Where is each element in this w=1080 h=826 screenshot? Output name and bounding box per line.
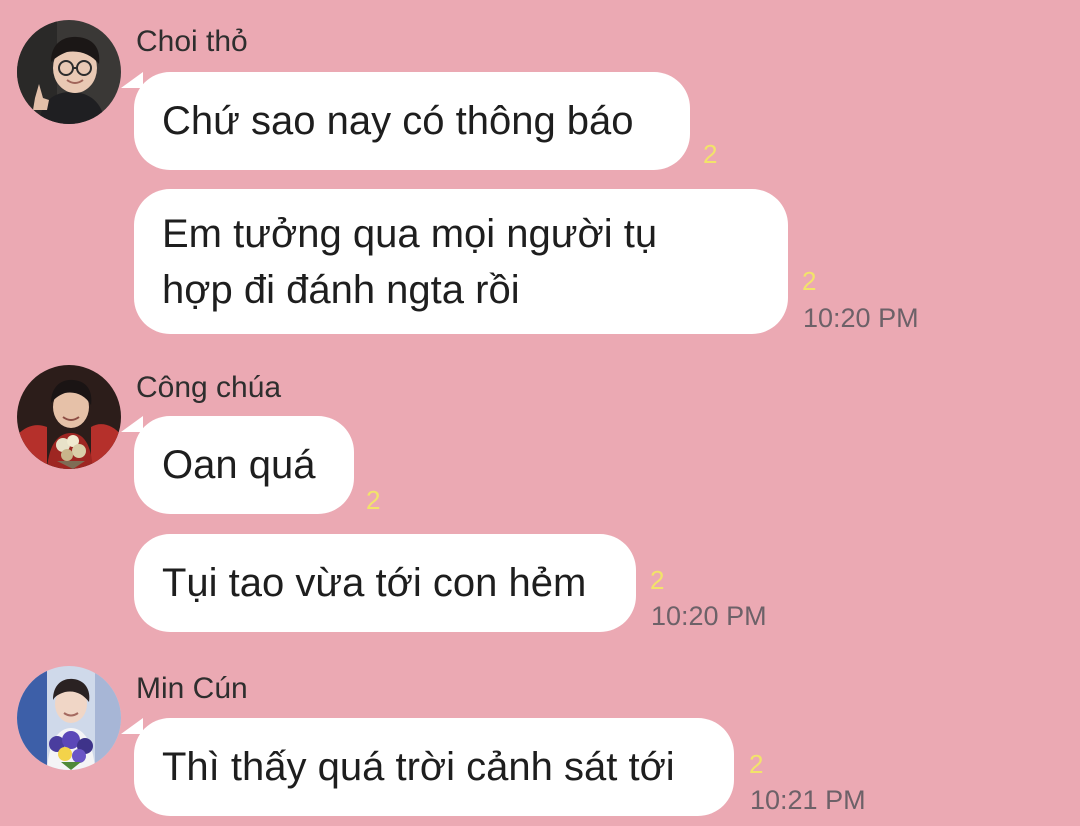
message-text: Chứ sao nay có thông báo [162, 99, 634, 143]
sender-name: Min Cún [136, 672, 248, 705]
bubble-tail [121, 718, 143, 734]
message-text: Thì thấy quá trời cảnh sát tới [162, 745, 675, 789]
avatar-photo-boy-flowers-icon[interactable] [17, 365, 121, 469]
read-count-badge: 2 [366, 485, 381, 515]
message-text: Oan quá [162, 443, 316, 487]
message-bubble[interactable]: Chứ sao nay có thông báo [134, 72, 690, 170]
message-bubble[interactable]: Oan quá [134, 416, 354, 514]
bubble-tail [121, 72, 143, 88]
message-bubble[interactable]: Tụi tao vừa tới con hẻm [134, 534, 636, 632]
avatar-photo-glasses-boy-icon[interactable] [17, 20, 121, 124]
sender-name: Choi thỏ [136, 25, 248, 58]
read-count-badge: 2 [802, 266, 817, 296]
message-text: Tụi tao vừa tới con hẻm [162, 561, 587, 605]
message-timestamp: 10:20 PM [651, 601, 767, 631]
read-count-badge: 2 [703, 139, 718, 169]
read-count-badge: 2 [650, 565, 665, 595]
bubble-tail [121, 416, 143, 432]
message-bubble[interactable]: Thì thấy quá trời cảnh sát tới [134, 718, 734, 816]
message-timestamp: 10:21 PM [750, 785, 866, 815]
sender-name: Công chúa [136, 371, 282, 404]
read-count-badge: 2 [749, 749, 764, 779]
message-text: Em tưởng qua mọi người tụ hợp đi đánh ng… [162, 211, 658, 312]
message-timestamp: 10:20 PM [803, 303, 919, 333]
message-bubble[interactable]: Em tưởng qua mọi người tụ hợp đi đánh ng… [134, 189, 788, 334]
avatar-photo-boy-bouquet-icon[interactable] [17, 666, 121, 770]
